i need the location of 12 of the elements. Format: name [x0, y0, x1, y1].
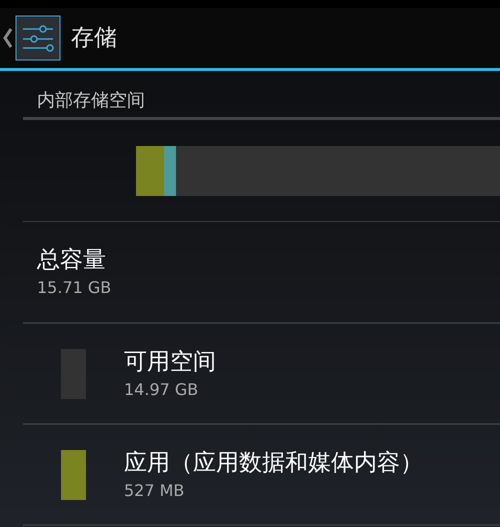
back-caret-icon: [3, 27, 13, 49]
item-title: 应用（应用数据和媒体内容）: [124, 448, 423, 478]
item-title: 可用空间: [124, 348, 216, 376]
item-size: 527 MB: [124, 480, 186, 502]
section-header: 内部存储空间: [36, 89, 145, 113]
settings-sliders-icon[interactable]: [15, 15, 61, 61]
storage-item[interactable]: 可用空间 14.97 GB: [23, 324, 500, 425]
storage-item[interactable]: 应用（应用数据和媒体内容） 527 MB: [23, 425, 500, 526]
total-capacity-label: 总容量: [37, 246, 107, 275]
item-size: 14.97 GB: [124, 378, 200, 400]
screen-title: 存储: [71, 24, 117, 53]
total-capacity-value: 15.71 GB: [37, 277, 112, 299]
